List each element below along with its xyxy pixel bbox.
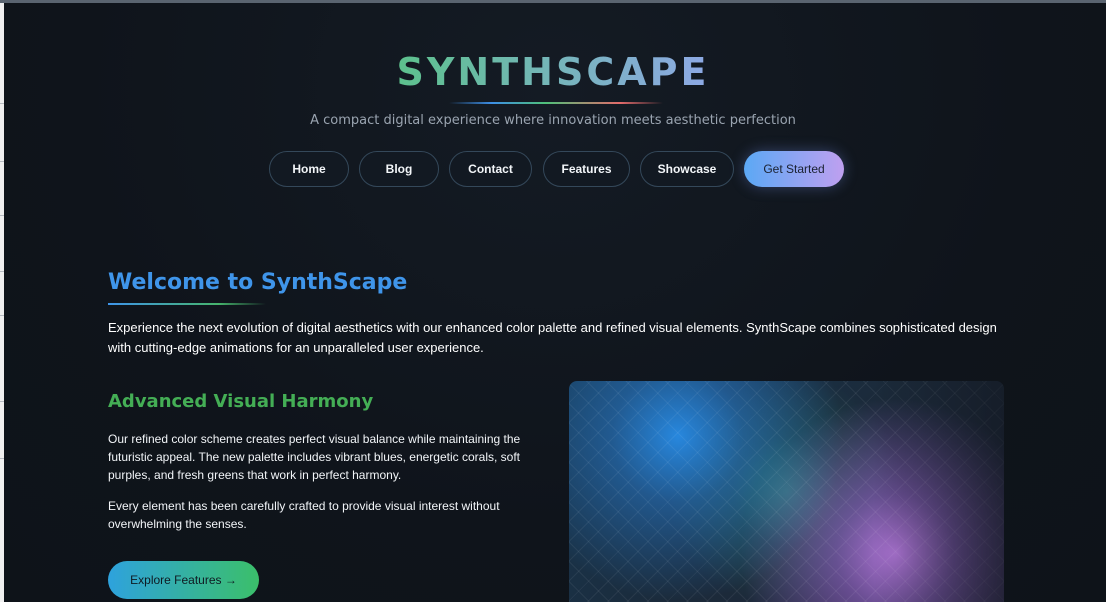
window-top-border <box>0 0 1106 3</box>
brand-tagline: A compact digital experience where innov… <box>310 113 796 128</box>
visual-edge-fade <box>569 381 1004 602</box>
welcome-title: Welcome to SynthScape <box>108 270 408 295</box>
harmony-paragraph-1: Our refined color scheme creates perfect… <box>108 432 521 482</box>
welcome-text: Experience the next evolution of digital… <box>108 320 997 355</box>
nav-blog-button[interactable]: Blog <box>359 151 439 187</box>
welcome-underline <box>108 303 266 305</box>
nav-home-button[interactable]: Home <box>269 151 349 187</box>
app-window: SYNTHSCAPE A compact digital experience … <box>0 0 1106 602</box>
brand-underline <box>449 102 663 104</box>
brand-logo[interactable]: SYNTHSCAPE <box>0 50 1106 94</box>
nav-features-button[interactable]: Features <box>543 151 630 187</box>
harmony-title: Advanced Visual Harmony <box>108 391 374 412</box>
nav-contact-button[interactable]: Contact <box>449 151 532 187</box>
gradient-visual-panel <box>569 381 1004 602</box>
get-started-button[interactable]: Get Started <box>744 151 844 187</box>
main-nav: Home Blog Contact Features Showcase Get … <box>0 151 1106 189</box>
nav-showcase-button[interactable]: Showcase <box>640 151 734 187</box>
harmony-paragraph-2: Every element has been carefully crafted… <box>108 499 500 531</box>
explore-features-button[interactable]: Explore Features → <box>108 561 259 599</box>
